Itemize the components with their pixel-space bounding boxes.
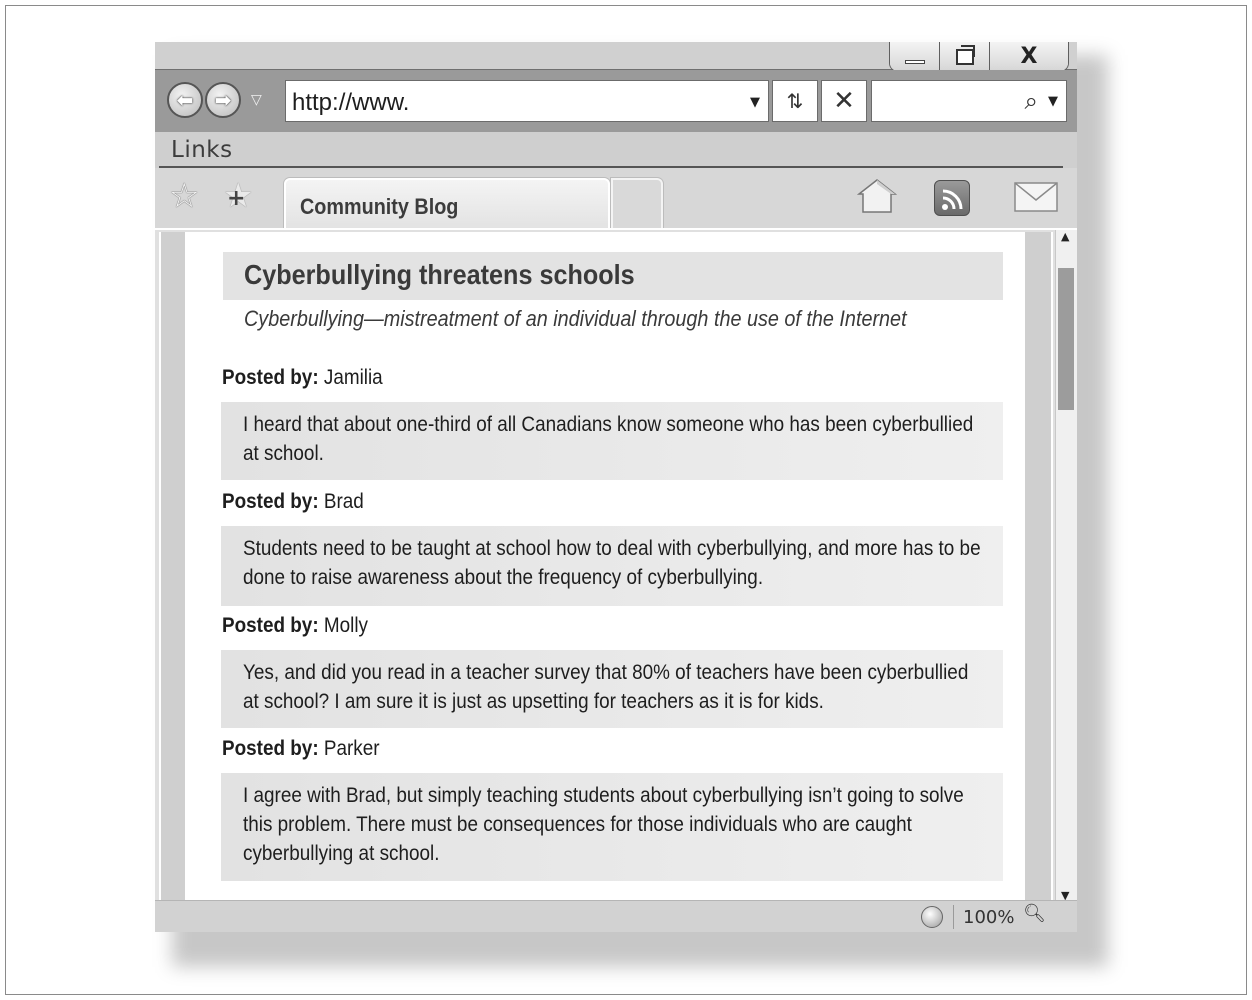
left-margin: [159, 232, 185, 900]
new-tab-button[interactable]: [611, 178, 663, 228]
links-label[interactable]: Links: [171, 137, 233, 163]
page-title: Cyberbullying threatens schools: [244, 259, 635, 290]
author-name: Molly: [323, 614, 368, 637]
author-name: Jamilia: [323, 366, 383, 389]
title-bar: X: [155, 42, 1077, 72]
comment-box: Students need to be taught at school how…: [221, 526, 1003, 606]
comment-text: Yes, and did you read in a teacher surve…: [243, 661, 969, 713]
add-favorites-icon[interactable]: ★ +: [223, 176, 253, 216]
author-name: Brad: [323, 490, 364, 513]
back-icon: ⬅: [176, 88, 194, 112]
scroll-up-icon[interactable]: ▲: [1061, 230, 1069, 243]
window-controls: X: [889, 42, 1069, 72]
close-button[interactable]: X: [990, 42, 1068, 71]
post-author: Posted by: Brad: [222, 490, 364, 514]
comment-box: I agree with Brad, but simply teaching s…: [221, 773, 1003, 881]
minimize-icon: [904, 59, 925, 64]
post-author: Posted by: Molly: [222, 614, 368, 638]
tab-community-blog[interactable]: Community Blog: [284, 178, 610, 228]
mail-icon[interactable]: [1014, 182, 1058, 212]
tab-label: Community Blog: [300, 194, 459, 219]
globe-icon: [921, 906, 943, 928]
history-dropdown-icon[interactable]: ▽: [251, 92, 262, 108]
refresh-icon: ⇅: [786, 89, 804, 113]
search-icon[interactable]: ⌕: [1025, 87, 1038, 115]
search-input[interactable]: ⌕ ▼: [871, 80, 1067, 122]
restore-icon: [955, 44, 975, 65]
zoom-level[interactable]: 100%: [963, 907, 1014, 928]
chevron-down-icon[interactable]: ▼: [750, 95, 760, 110]
close-icon: X: [1020, 44, 1038, 69]
tab-bar: ☆ ★ + Community Blog: [155, 168, 1077, 228]
address-text: http://www.: [292, 89, 410, 116]
minimize-button[interactable]: [890, 42, 940, 71]
status-divider: [953, 905, 954, 929]
navigation-bar: ⬅ ➡ ▽ http://www. ▼ ⇅ ✕ ⌕ ▼: [155, 70, 1077, 132]
comment-box: I heard that about one-third of all Cana…: [221, 402, 1003, 480]
vertical-scrollbar[interactable]: ▲ ▼: [1055, 230, 1077, 902]
refresh-button[interactable]: ⇅: [772, 80, 818, 122]
right-margin: [1025, 232, 1053, 900]
comment-text: Students need to be taught at school how…: [243, 537, 981, 589]
home-icon[interactable]: [857, 178, 897, 214]
posted-by-label: Posted by:: [222, 737, 319, 760]
restore-button[interactable]: [940, 42, 990, 71]
post-author: Posted by: Parker: [222, 737, 380, 761]
stop-icon: ✕: [833, 86, 855, 116]
posted-by-label: Posted by:: [222, 366, 319, 389]
post-author: Posted by: Jamilia: [222, 366, 383, 390]
comment-text: I agree with Brad, but simply teaching s…: [243, 784, 964, 865]
author-name: Parker: [323, 737, 380, 760]
address-bar[interactable]: http://www. ▼: [285, 80, 769, 122]
rss-feed-icon[interactable]: [934, 180, 970, 216]
page-subtitle: Cyberbullying—mistreatment of an individ…: [244, 306, 907, 331]
favorites-star-icon[interactable]: ☆: [169, 176, 199, 216]
blog-page: Cyberbullying threatens schools Cyberbul…: [185, 232, 1025, 900]
search-options-chevron-icon[interactable]: ▼: [1048, 94, 1058, 109]
forward-icon: ➡: [214, 88, 232, 112]
comment-text: I heard that about one-third of all Cana…: [243, 413, 974, 465]
stop-button[interactable]: ✕: [821, 80, 867, 122]
posted-by-label: Posted by:: [222, 490, 319, 513]
back-button[interactable]: ⬅: [167, 82, 203, 118]
scroll-thumb[interactable]: [1058, 268, 1074, 410]
links-bar: Links: [155, 132, 1077, 168]
comment-box: Yes, and did you read in a teacher surve…: [221, 650, 1003, 728]
title-band: Cyberbullying threatens schools: [223, 252, 1003, 300]
browser-window: X ⬅ ➡ ▽ http://www. ▼ ⇅ ✕ ⌕ ▼ Links ☆ ★ +…: [155, 42, 1077, 932]
posted-by-label: Posted by:: [222, 614, 319, 637]
zoom-icon[interactable]: 🔍︎: [1023, 903, 1046, 924]
status-bar: 100% 🔍︎: [155, 900, 1077, 932]
forward-button[interactable]: ➡: [205, 82, 241, 118]
content-area: Cyberbullying threatens schools Cyberbul…: [155, 228, 1077, 902]
